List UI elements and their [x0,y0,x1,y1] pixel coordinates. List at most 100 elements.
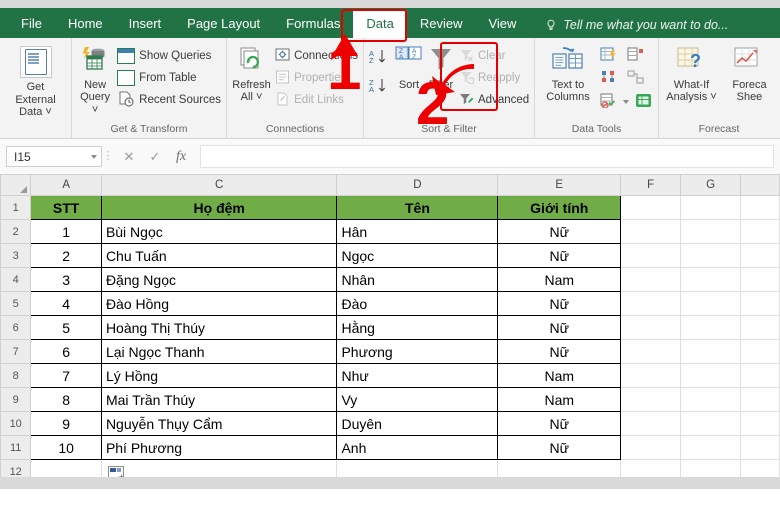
cancel-formula-icon[interactable]: ✕ [116,146,142,167]
tab-file[interactable]: File [8,10,55,38]
cell-a6[interactable]: 5 [30,315,102,340]
cell-c11[interactable]: Phí Phương [100,435,338,460]
get-external-data-button[interactable]: Get External Data ˅ [7,44,65,119]
from-table-button[interactable]: From Table [117,68,221,88]
row-header-11[interactable]: 11 [0,435,32,460]
cell-e4[interactable]: Nam [497,267,622,292]
cell-a5[interactable]: 4 [30,291,102,316]
cell-a10[interactable]: 9 [30,411,102,436]
column-header-c[interactable]: C [100,175,338,196]
column-header-a[interactable]: A [30,175,102,196]
cell-e5[interactable]: Nữ [497,291,622,316]
cell-d6[interactable]: Hằng [336,315,499,340]
filter-button[interactable]: Filter [427,44,455,91]
sort-button[interactable]: Z A A Z Sort [395,44,423,91]
cell-g9[interactable] [680,387,742,412]
properties-button[interactable]: Properties [275,68,358,88]
cell-a4[interactable]: 3 [30,267,102,292]
cell-a3[interactable]: 2 [30,243,102,268]
cell-f6[interactable] [620,315,682,340]
tab-insert[interactable]: Insert [116,10,175,38]
cell-f5[interactable] [620,291,682,316]
sort-descending-icon[interactable]: ZA [369,77,389,100]
remove-duplicates-icon[interactable] [627,47,644,65]
cell-c5[interactable]: Đào Hồng [100,291,338,316]
cell-h3[interactable] [740,243,780,268]
cell-f7[interactable] [620,339,682,364]
cell-f1[interactable] [620,195,682,220]
cell-d3[interactable]: Ngọc [336,243,499,268]
cell-a11[interactable]: 10 [30,435,102,460]
column-header-f[interactable]: F [620,175,682,196]
show-queries-button[interactable]: Show Queries [117,46,221,66]
cell-f2[interactable] [620,219,682,244]
cell-h6[interactable] [740,315,780,340]
cell-e8[interactable]: Nam [497,363,622,388]
cell-e1[interactable]: Giới tính [497,195,622,220]
cell-d7[interactable]: Phương [336,339,499,364]
sort-ascending-icon[interactable]: AZ [369,48,389,71]
cell-a8[interactable]: 7 [30,363,102,388]
row-header-7[interactable]: 7 [0,339,32,364]
tab-home[interactable]: Home [55,10,116,38]
consolidate-icon[interactable] [600,93,617,111]
cell-d8[interactable]: Như [336,363,499,388]
cell-h5[interactable] [740,291,780,316]
flash-fill-icon[interactable] [600,47,617,65]
new-query-button[interactable]: New Query ˅ [77,44,113,116]
tab-formulas[interactable]: Formulas [273,10,353,38]
cell-a1[interactable]: STT [30,195,102,220]
refresh-all-button[interactable]: Refresh All ˅ [232,44,271,104]
cell-c2[interactable]: Bùi Ngọc [100,219,338,244]
what-if-analysis-button[interactable]: ? What-If Analysis ˅ [664,44,719,104]
cell-g5[interactable] [680,291,742,316]
column-header-partial[interactable] [740,175,780,196]
cell-a7[interactable]: 6 [30,339,102,364]
advanced-filter-button[interactable]: Advanced [459,90,529,110]
edit-links-button[interactable]: Edit Links [275,90,358,110]
row-header-8[interactable]: 8 [0,363,32,388]
cell-c9[interactable]: Mai Trần Thúy [100,387,338,412]
cell-d11[interactable]: Anh [336,435,499,460]
cell-f9[interactable] [620,387,682,412]
cell-h10[interactable] [740,411,780,436]
cell-g4[interactable] [680,267,742,292]
cell-a2[interactable]: 1 [30,219,102,244]
relationships-icon[interactable] [627,70,644,88]
reapply-filter-button[interactable]: Reapply [459,68,529,88]
cell-h11[interactable] [740,435,780,460]
cell-f3[interactable] [620,243,682,268]
text-to-columns-button[interactable]: Text to Columns [540,44,596,104]
cell-h9[interactable] [740,387,780,412]
cell-g7[interactable] [680,339,742,364]
cell-c4[interactable]: Đặng Ngọc [100,267,338,292]
data-tools-dropdown-icon[interactable] [623,100,629,104]
cell-h2[interactable] [740,219,780,244]
cell-g10[interactable] [680,411,742,436]
cell-c8[interactable]: Lý Hồng [100,363,338,388]
cell-d4[interactable]: Nhân [336,267,499,292]
row-header-4[interactable]: 4 [0,267,32,292]
cell-e7[interactable]: Nữ [497,339,622,364]
cell-e6[interactable]: Nữ [497,315,622,340]
formula-input[interactable] [200,145,774,168]
column-header-d[interactable]: D [336,175,499,196]
cell-f4[interactable] [620,267,682,292]
row-header-6[interactable]: 6 [0,315,32,340]
cell-d5[interactable]: Đào [336,291,499,316]
cell-e9[interactable]: Nam [497,387,622,412]
cell-f8[interactable] [620,363,682,388]
clear-filter-button[interactable]: Clear [459,46,529,66]
tell-me-box[interactable]: Tell me what you want to do... [529,13,738,38]
cell-e2[interactable]: Nữ [497,219,622,244]
cell-d9[interactable]: Vy [336,387,499,412]
cell-g1[interactable] [680,195,742,220]
cell-g8[interactable] [680,363,742,388]
row-header-1[interactable]: 1 [0,195,32,220]
tab-view[interactable]: View [475,10,529,38]
cell-g6[interactable] [680,315,742,340]
name-box[interactable]: I15 [6,146,102,167]
cell-e3[interactable]: Nữ [497,243,622,268]
cell-c7[interactable]: Lại Ngọc Thanh [100,339,338,364]
cell-c1[interactable]: Họ đệm [100,195,338,220]
